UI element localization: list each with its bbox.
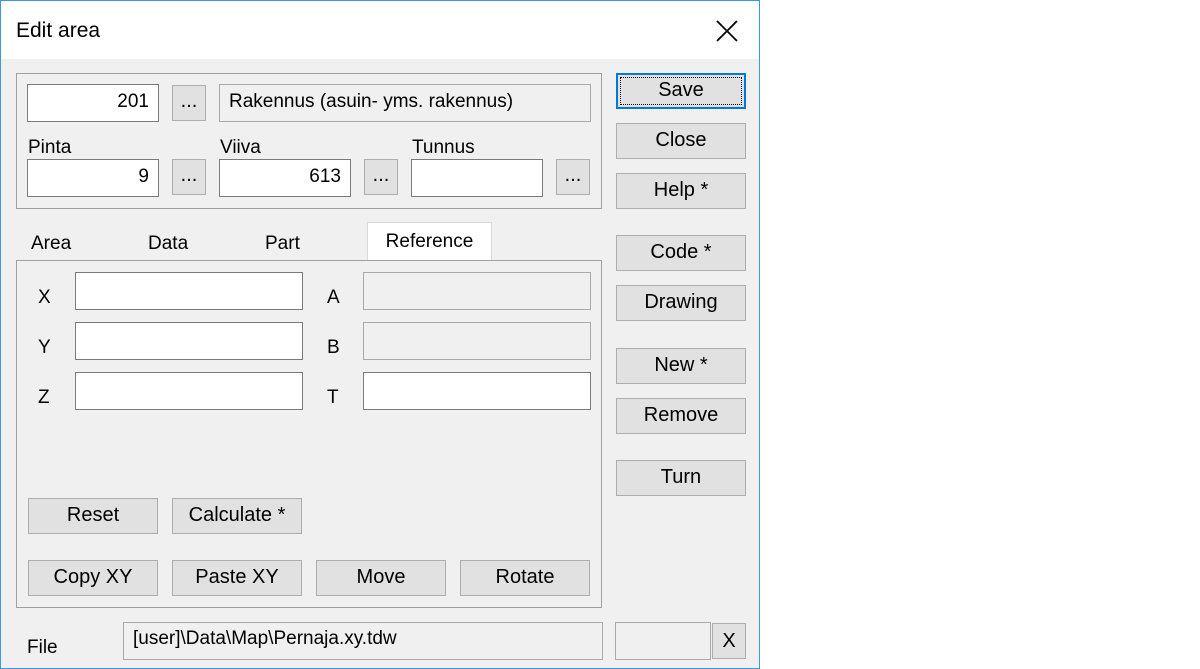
tab-data[interactable]: Data [134, 227, 252, 261]
t-label: T [327, 387, 339, 408]
move-button[interactable]: Move [316, 560, 446, 596]
file-path-field: [user]\Data\Map\Pernaja.xy.tdw [123, 622, 603, 660]
y-label: Y [38, 337, 51, 358]
file-extra-field [615, 622, 711, 660]
save-button[interactable]: Save [616, 73, 746, 109]
tab-reference[interactable]: Reference [367, 222, 492, 262]
tunnus-label: Tunnus [412, 137, 475, 158]
pinta-label: Pinta [28, 137, 72, 158]
pinta-browse-button[interactable]: ... [172, 159, 206, 195]
code-description-field: Rakennus (asuin- yms. rakennus) [219, 84, 591, 122]
edit-area-dialog: Edit area 201 ... Rakennus (asuin- yms. … [0, 0, 760, 669]
reset-button[interactable]: Reset [28, 498, 158, 534]
file-label: File [27, 637, 58, 658]
code-field[interactable]: 201 [27, 84, 159, 122]
b-field [363, 322, 591, 360]
b-label: B [327, 337, 340, 358]
new-button[interactable]: New * [616, 348, 746, 384]
y-field[interactable] [75, 322, 303, 360]
viiva-browse-button[interactable]: ... [364, 159, 398, 195]
code-button[interactable]: Code * [616, 235, 746, 271]
z-field[interactable] [75, 372, 303, 410]
close-button[interactable]: Close [616, 123, 746, 159]
copy-xy-button[interactable]: Copy XY [28, 560, 158, 596]
tunnus-field[interactable] [411, 159, 543, 197]
close-window-icon[interactable] [709, 15, 743, 47]
title-bar: Edit area [1, 1, 759, 59]
code-browse-button[interactable]: ... [172, 85, 206, 121]
x-field[interactable] [75, 272, 303, 310]
t-field[interactable] [363, 372, 591, 410]
turn-button[interactable]: Turn [616, 460, 746, 496]
a-label: A [327, 287, 340, 308]
paste-xy-button[interactable]: Paste XY [172, 560, 302, 596]
tab-area[interactable]: Area [17, 227, 135, 261]
pinta-field[interactable]: 9 [27, 159, 159, 197]
calculate-button[interactable]: Calculate * [172, 498, 302, 534]
remove-button[interactable]: Remove [616, 398, 746, 434]
drawing-button[interactable]: Drawing [616, 285, 746, 321]
tab-part[interactable]: Part [251, 227, 369, 261]
reference-panel [16, 260, 602, 608]
viiva-label: Viiva [220, 137, 261, 158]
x-label: X [38, 287, 51, 308]
clear-file-button[interactable]: X [712, 623, 746, 659]
rotate-button[interactable]: Rotate [460, 560, 590, 596]
window-title: Edit area [16, 19, 101, 42]
tunnus-browse-button[interactable]: ... [556, 159, 590, 195]
focus-rect [620, 77, 742, 105]
viiva-field[interactable]: 613 [219, 159, 351, 197]
a-field [363, 272, 591, 310]
help-button[interactable]: Help * [616, 173, 746, 209]
z-label: Z [38, 387, 50, 408]
